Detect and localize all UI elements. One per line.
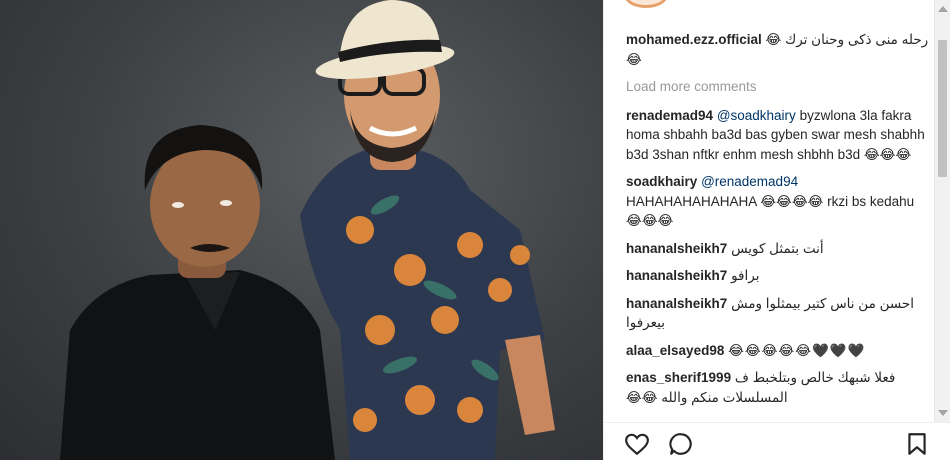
comments-list[interactable]: mohamed.ezz.official رحله منى ذكى وحنان … [626,30,929,422]
comment-item: hananalsheikh7 أنت بتمثل كويس [626,239,929,259]
post-photo[interactable] [0,0,603,460]
comment-mention[interactable]: @renademad94 [701,174,798,189]
scroll-down-arrow-icon[interactable] [938,410,948,416]
comment-username[interactable]: hananalsheikh7 [626,296,727,311]
comment-username[interactable]: hananalsheikh7 [626,241,727,256]
action-bar [604,422,950,460]
comment-item: alaa_elsayed98 😂😂😂😂😂🖤🖤🖤 [626,341,929,361]
bookmark-icon[interactable] [904,431,930,457]
heart-icon[interactable] [624,431,650,457]
photo-illustration [60,0,555,460]
comment-item: hananalsheikh7 احسن من ناس كتير بيمثلوا … [626,294,929,333]
comment-text: 😂😂😂😂😂🖤🖤🖤 [728,342,866,358]
comment-item: renademad94 @soadkhairy byzwlona 3la fak… [626,106,929,165]
comment-username[interactable]: renademad94 [626,108,713,123]
caption-author[interactable]: mohamed.ezz.official [626,32,762,47]
comment-text: أنت بتمثل كويس [731,240,824,256]
scrollbar-thumb[interactable] [938,40,947,177]
load-more-comments-link[interactable]: Load more comments [626,77,929,97]
comment-text: HAHAHAHAHAHAHA 😂😂😂😂 rkzi bs kedahu😂😂😂 [626,193,915,229]
caption: mohamed.ezz.official رحله منى ذكى وحنان … [626,30,929,69]
comment-username[interactable]: soadkhairy [626,174,697,189]
comment-icon[interactable] [668,431,694,457]
comment-mention[interactable]: @soadkhairy [717,108,796,123]
comment-item: enas_sherif1999 فعلا شبهك خالص وبتلخبط ف… [626,368,929,407]
scroll-up-arrow-icon[interactable] [938,6,948,12]
comment-item: hananalsheikh7 برافو [626,266,929,286]
comment-username[interactable]: alaa_elsayed98 [626,343,724,358]
comment-text: برافو [731,268,760,283]
scrollbar[interactable] [934,0,950,422]
comment-username[interactable]: hananalsheikh7 [626,268,727,283]
comments-panel: mohamed.ezz.official رحله منى ذكى وحنان … [603,0,950,460]
comment-username[interactable]: enas_sherif1999 [626,370,731,385]
comment-item: soadkhairy @renademad94 HAHAHAHAHAHAHA 😂… [626,172,929,231]
avatar[interactable] [624,0,668,8]
